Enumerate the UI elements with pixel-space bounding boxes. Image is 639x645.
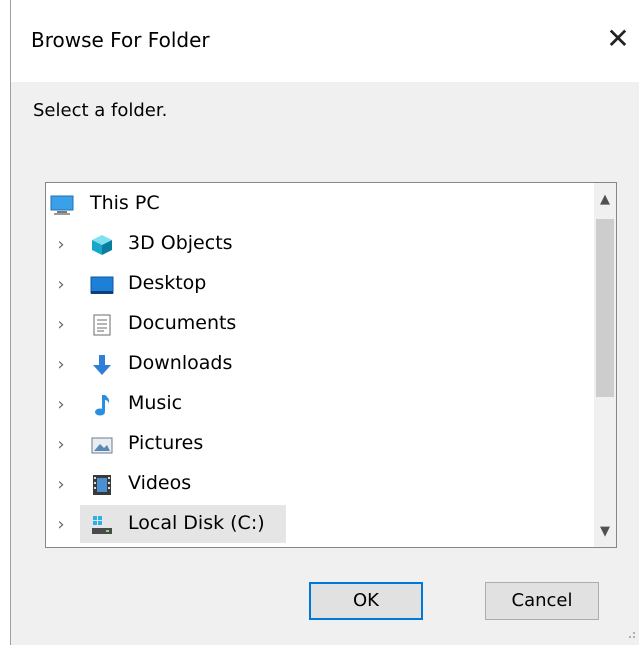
local-disk-icon: [92, 516, 112, 534]
pc-icon: [50, 195, 74, 215]
ok-button[interactable]: OK: [309, 582, 423, 620]
tree-item-videos[interactable]: › Videos: [46, 465, 576, 505]
chevron-right-icon[interactable]: ›: [54, 393, 68, 417]
tree-item-label: Desktop: [128, 272, 207, 294]
folder-tree[interactable]: This PC › 3D Objects › Desktop › Documen…: [45, 182, 617, 548]
prompt-text: Select a folder.: [33, 100, 168, 121]
chevron-right-icon[interactable]: ›: [54, 353, 68, 377]
tree-item-pictures[interactable]: › Pictures: [46, 425, 576, 465]
tree-item-local-disk[interactable]: › Local Disk (C:): [46, 505, 576, 545]
resize-grip-icon[interactable]: [624, 627, 636, 639]
dialog-title: Browse For Folder: [31, 28, 210, 52]
chevron-right-icon[interactable]: ›: [54, 233, 68, 257]
chevron-right-icon[interactable]: ›: [54, 273, 68, 297]
tree-item-label: This PC: [90, 192, 160, 214]
tree-item-this-pc[interactable]: This PC: [46, 185, 576, 225]
pictures-icon: [91, 437, 113, 454]
tree-item-label: 3D Objects: [128, 232, 233, 254]
tree-item-desktop[interactable]: › Desktop: [46, 265, 576, 305]
tree-item-label: Local Disk (C:): [128, 512, 265, 534]
cancel-button[interactable]: Cancel: [485, 582, 599, 620]
tree-item-label: Downloads: [128, 352, 233, 374]
documents-icon: [93, 314, 111, 336]
close-icon[interactable]: ✕: [603, 22, 633, 56]
tree-item-label: Music: [128, 392, 183, 414]
tree-item-downloads[interactable]: › Downloads: [46, 345, 576, 385]
browse-for-folder-dialog: Browse For Folder ✕ Select a folder. Thi…: [10, 0, 639, 645]
tree-item-music[interactable]: › Music: [46, 385, 576, 425]
chevron-right-icon[interactable]: ›: [54, 313, 68, 337]
tree-item-3d-objects[interactable]: › 3D Objects: [46, 225, 576, 265]
scrollbar-thumb[interactable]: [596, 219, 614, 397]
scroll-down-icon[interactable]: ▼: [594, 521, 616, 543]
videos-icon: [93, 475, 111, 495]
scroll-up-icon[interactable]: ▲: [594, 189, 616, 211]
tree-item-label: Videos: [128, 472, 192, 494]
title-bar: Browse For Folder ✕: [11, 0, 639, 82]
3d-objects-icon: [92, 235, 112, 255]
music-icon: [95, 395, 110, 416]
tree-item-label: Documents: [128, 312, 237, 334]
tree-item-label: Pictures: [128, 432, 204, 454]
downloads-icon: [93, 355, 111, 375]
tree-item-documents[interactable]: › Documents: [46, 305, 576, 345]
chevron-right-icon[interactable]: ›: [54, 433, 68, 457]
desktop-icon: [90, 276, 114, 294]
chevron-right-icon[interactable]: ›: [54, 473, 68, 497]
vertical-scrollbar[interactable]: ▲ ▼: [594, 183, 616, 547]
chevron-right-icon[interactable]: ›: [54, 513, 68, 537]
